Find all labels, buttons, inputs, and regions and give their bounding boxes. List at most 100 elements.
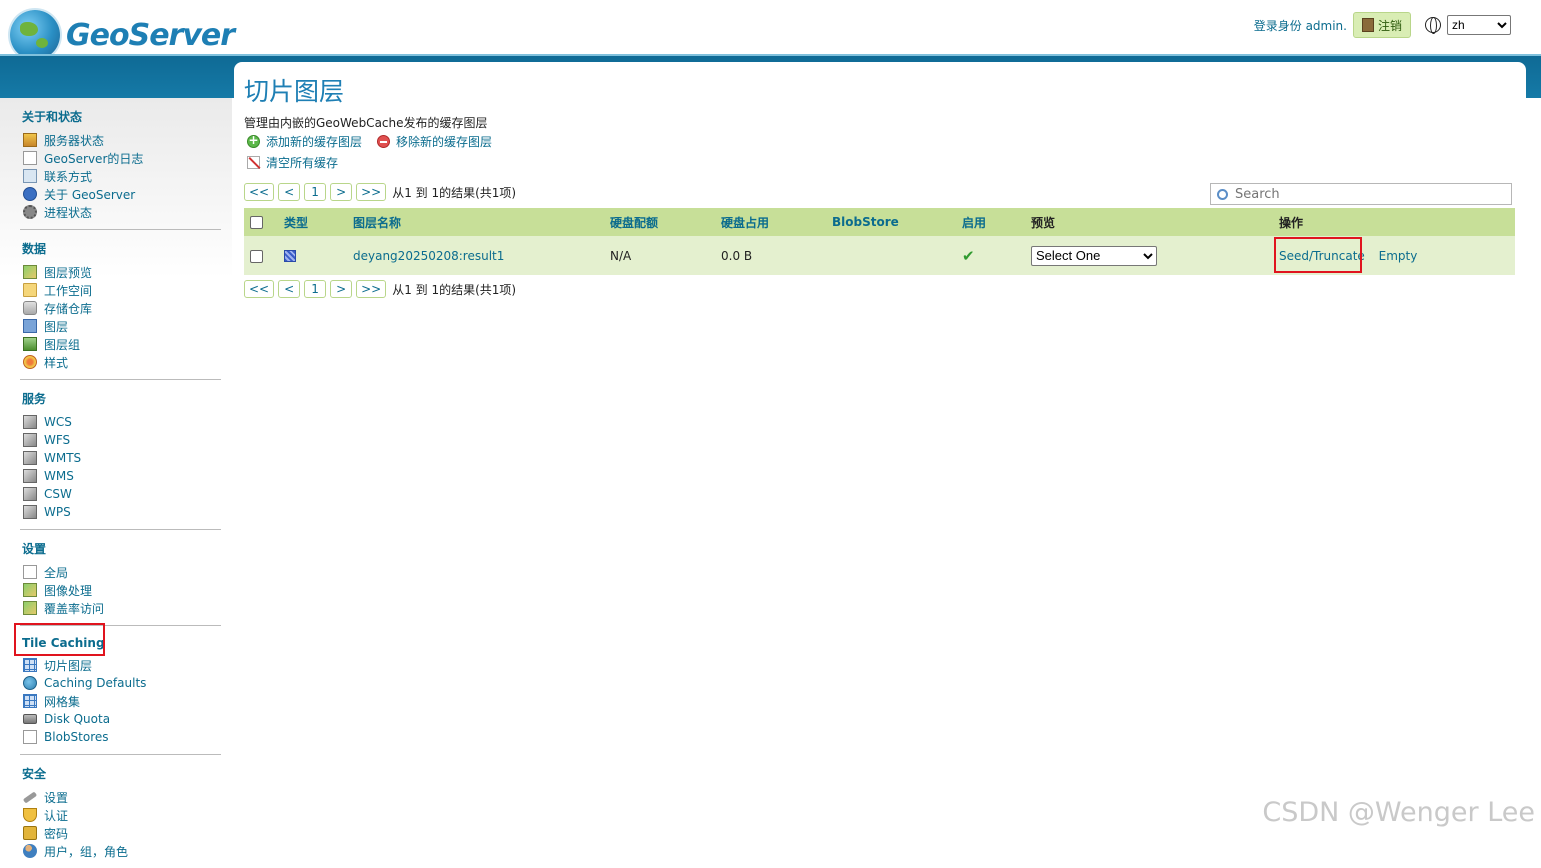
logo-text: GeoServer: [66, 18, 234, 53]
logout-label: 注销: [1378, 17, 1402, 34]
service-icon: [23, 433, 37, 447]
col-type-header[interactable]: 类型: [278, 208, 347, 236]
service-icon: [23, 505, 37, 519]
service-icon: [23, 469, 37, 483]
empty-link[interactable]: Empty: [1379, 249, 1418, 263]
sidebar-item-passwords[interactable]: 密码: [20, 824, 221, 842]
sidebar-item-wps[interactable]: WPS: [20, 503, 221, 521]
nav-section-title: 安全: [22, 765, 221, 782]
sidebar-item-server-status[interactable]: 服务器状态: [20, 131, 221, 149]
settings-icon: [23, 565, 37, 579]
raster-layer-icon: [284, 250, 296, 262]
sidebar-item-tile-layers[interactable]: 切片图层: [20, 656, 221, 674]
users-icon: [23, 844, 37, 858]
sidebar-item-blobstores[interactable]: BlobStores: [20, 728, 221, 746]
sidebar-item-wfs[interactable]: WFS: [20, 431, 221, 449]
remove-cached-layer-label: 移除新的缓存图层: [396, 133, 492, 150]
sidebar-item-coverage-access[interactable]: 覆盖率访问: [20, 599, 221, 617]
pager-next-button[interactable]: >: [330, 280, 352, 298]
nav-section-about: 关于和状态 服务器状态 GeoServer的日志 联系方式 关于 GeoServ…: [20, 98, 221, 230]
sidebar-item-label: WMTS: [44, 451, 81, 465]
service-icon: [23, 451, 37, 465]
sidebar-item-image-processing[interactable]: 图像处理: [20, 581, 221, 599]
sidebar-item-layer-groups[interactable]: 图层组: [20, 335, 221, 353]
tile-layers-icon: [23, 658, 37, 672]
row-checkbox[interactable]: [250, 250, 263, 263]
sidebar-item-authentication[interactable]: 认证: [20, 806, 221, 824]
sidebar-item-security-settings[interactable]: 设置: [20, 788, 221, 806]
sidebar-item-csw[interactable]: CSW: [20, 485, 221, 503]
info-icon: [23, 187, 37, 201]
contact-card-icon: [23, 169, 37, 183]
preview-select[interactable]: Select One: [1031, 246, 1157, 266]
sidebar-item-label: 设置: [44, 789, 68, 806]
sidebar-item-wms[interactable]: WMS: [20, 467, 221, 485]
clear-all-caches-link[interactable]: 清空所有缓存: [247, 154, 338, 171]
col-usage-header[interactable]: 硬盘占用: [715, 208, 826, 236]
sidebar-item-disk-quota[interactable]: Disk Quota: [20, 710, 221, 728]
pager-first-button[interactable]: <<: [244, 183, 274, 201]
folder-icon: [23, 283, 37, 297]
add-cached-layer-link[interactable]: 添加新的缓存图层: [247, 133, 362, 150]
pager-next-button[interactable]: >: [330, 183, 352, 201]
globe-logo-icon: [10, 10, 60, 60]
sidebar-item-workspaces[interactable]: 工作空间: [20, 281, 221, 299]
col-actions-header: 操作: [1273, 208, 1515, 236]
sidebar-item-global[interactable]: 全局: [20, 563, 221, 581]
row-select-cell: [244, 236, 278, 275]
sidebar-item-gridsets[interactable]: 网格集: [20, 692, 221, 710]
disk-icon: [23, 714, 37, 724]
remove-cached-layer-link[interactable]: 移除新的缓存图层: [377, 133, 492, 150]
logout-button[interactable]: 注销: [1353, 12, 1411, 38]
sidebar-item-caching-defaults[interactable]: Caching Defaults: [20, 674, 221, 692]
row-enabled-cell: ✔: [956, 236, 1025, 275]
sidebar-item-process-status[interactable]: 进程状态: [20, 203, 221, 221]
select-all-checkbox[interactable]: [250, 216, 263, 229]
pager-first-button[interactable]: <<: [244, 280, 274, 298]
map-preview-icon: [23, 265, 37, 279]
sidebar-item-label: WFS: [44, 433, 70, 447]
pager-page-button[interactable]: 1: [304, 280, 326, 298]
nav-section-title: 设置: [22, 540, 221, 557]
sidebar-item-layers[interactable]: 图层: [20, 317, 221, 335]
add-icon: [247, 135, 260, 148]
sidebar-item-label: WCS: [44, 415, 72, 429]
user-box: 登录身份 admin. 注销 zh: [1254, 12, 1511, 38]
pager-last-button[interactable]: >>: [356, 280, 386, 298]
image-processing-icon: [23, 583, 37, 597]
sidebar-item-label: Caching Defaults: [44, 676, 146, 690]
palette-icon: [23, 355, 37, 369]
sidebar-item-contact[interactable]: 联系方式: [20, 167, 221, 185]
nav-section-data: 数据 图层预览 工作空间 存储仓库 图层 图层组 样式: [20, 230, 221, 380]
geoserver-logo[interactable]: GeoServer: [10, 10, 234, 60]
pager-prev-button[interactable]: <: [278, 280, 300, 298]
col-enabled-header[interactable]: 启用: [956, 208, 1025, 236]
sidebar-item-layer-preview[interactable]: 图层预览: [20, 263, 221, 281]
sidebar-item-users-groups-roles[interactable]: 用户，组，角色: [20, 842, 221, 860]
col-blobstore-header[interactable]: BlobStore: [826, 208, 956, 236]
sidebar-item-wcs[interactable]: WCS: [20, 413, 221, 431]
layer-name-link[interactable]: deyang20250208:result1: [353, 249, 504, 263]
sidebar-item-wmts[interactable]: WMTS: [20, 449, 221, 467]
sidebar-item-about[interactable]: 关于 GeoServer: [20, 185, 221, 203]
pager-prev-button[interactable]: <: [278, 183, 300, 201]
col-name-header[interactable]: 图层名称: [347, 208, 604, 236]
sidebar-item-styles[interactable]: 样式: [20, 353, 221, 371]
sidebar-item-label: 关于 GeoServer: [44, 186, 135, 203]
highlight-box-sidebar: [14, 623, 105, 656]
key-icon: [23, 791, 37, 803]
search-input[interactable]: [1235, 187, 1485, 202]
col-quota-header[interactable]: 硬盘配额: [604, 208, 715, 236]
nav-section-security: 安全 设置 认证 密码 用户，组，角色: [20, 755, 221, 868]
pager-last-button[interactable]: >>: [356, 183, 386, 201]
row-type-cell: [278, 236, 347, 275]
pager-page-button[interactable]: 1: [304, 183, 326, 201]
enabled-check-icon: ✔: [962, 247, 975, 265]
sidebar-item-label: BlobStores: [44, 730, 109, 744]
sidebar-item-stores[interactable]: 存储仓库: [20, 299, 221, 317]
language-select[interactable]: zh: [1447, 15, 1511, 35]
row-blobstore-cell: [826, 236, 956, 275]
pager-summary: 从1 到 1的结果(共1项): [392, 281, 516, 298]
sidebar-item-logs[interactable]: GeoServer的日志: [20, 149, 221, 167]
search-box[interactable]: [1210, 183, 1512, 205]
